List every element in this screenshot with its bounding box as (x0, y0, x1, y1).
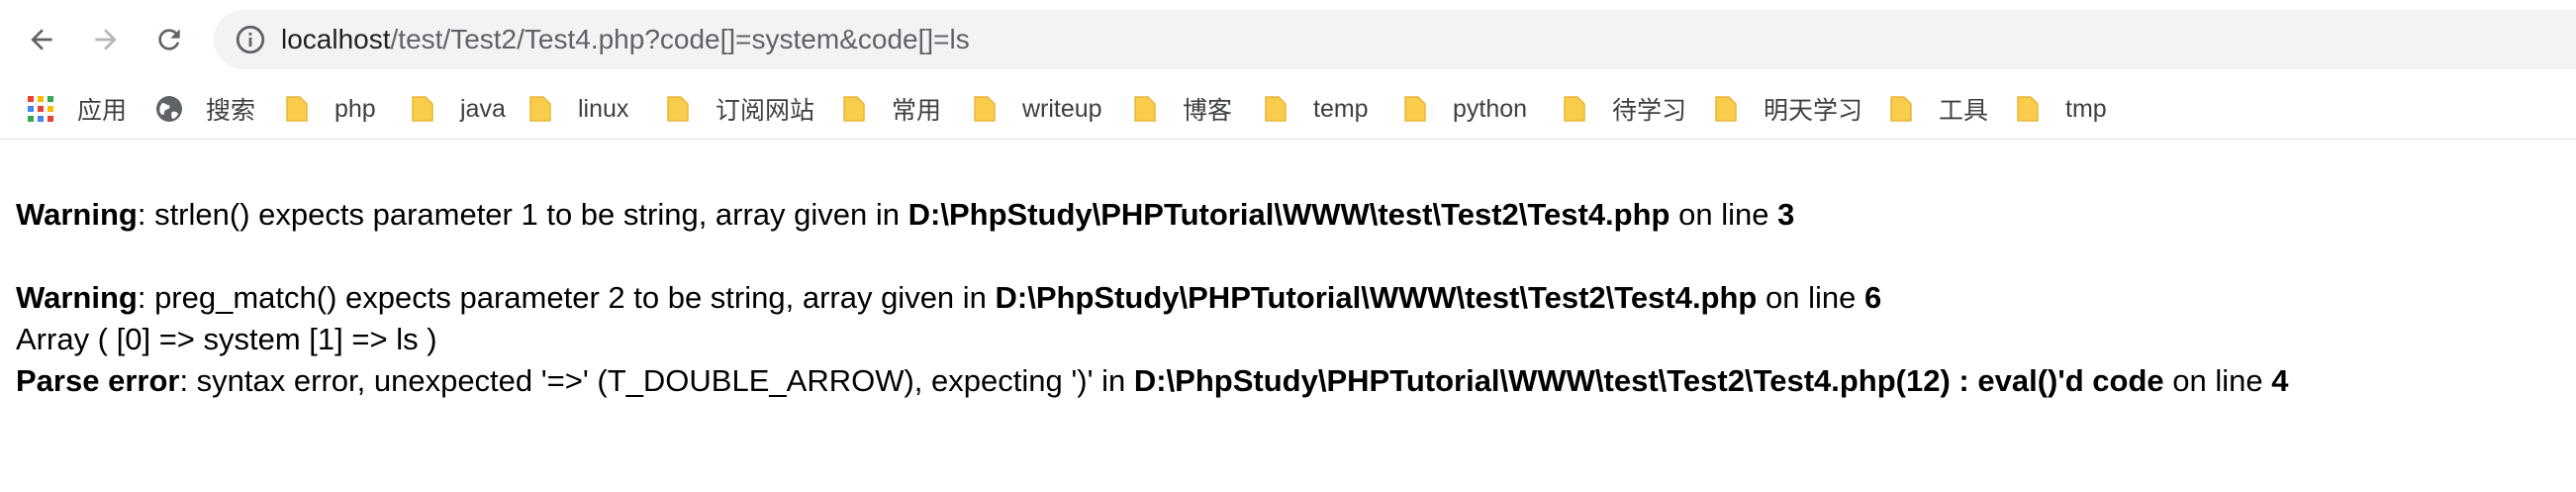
address-bar[interactable]: localhost/test/Test2/Test4.php?code[]=sy… (214, 10, 2576, 69)
bookmarks-bar: 应用 搜索 php java linux 订阅网站 常用 writeup 博客 (0, 79, 2576, 140)
bookmark-label: 待学习 (1612, 97, 1687, 125)
parse-error-message: : syntax error, unexpected '=>' (T_DOUBL… (179, 363, 1134, 398)
warning-file-path: D:\PhpStudy\PHPTutorial\WWW\test\Test2\T… (907, 197, 1670, 232)
browser-toolbar: localhost/test/Test2/Test4.php?code[]=sy… (0, 0, 2576, 79)
bookmark-label: 博客 (1183, 97, 1233, 125)
folder-icon (667, 96, 689, 122)
folder-icon (529, 96, 551, 122)
bookmark-folder-writeup[interactable]: writeup (971, 79, 1102, 139)
bookmark-label: 明天学习 (1764, 97, 1863, 125)
reload-button[interactable] (148, 19, 190, 60)
warning-line-strlen: Warning: strlen() expects parameter 1 to… (16, 194, 2288, 236)
folder-icon (1564, 96, 1585, 122)
bookmark-folder-python[interactable]: python (1401, 79, 1527, 139)
warning-on-line: on line (1670, 197, 1778, 232)
folder-icon (1715, 96, 1737, 122)
warning-line-number: 3 (1777, 197, 1795, 232)
url-path: /test/Test2/Test4.php?code[]=system&code… (390, 24, 970, 54)
bookmark-label: 工具 (1939, 97, 1989, 125)
reload-icon (158, 29, 180, 50)
bookmark-folder-php[interactable]: php (283, 79, 376, 139)
folder-icon (412, 96, 433, 122)
bookmark-folder-to-learn[interactable]: 待学习 (1561, 79, 1686, 139)
bookmark-apps[interactable]: 应用 (26, 79, 127, 139)
bookmark-folder-subscriptions[interactable]: 订阅网站 (664, 79, 814, 139)
warning-line-number: 6 (1863, 280, 1882, 315)
folder-icon (843, 96, 865, 122)
arrow-right-icon (95, 29, 117, 50)
url-host: localhost (281, 24, 391, 54)
parse-error-label: Parse error (16, 363, 180, 398)
bookmark-label: 订阅网站 (716, 97, 815, 125)
parse-error-line: Parse error: syntax error, unexpected '=… (16, 360, 2288, 402)
warning-on-line: on line (1757, 280, 1864, 315)
bookmark-folder-java[interactable]: java (409, 79, 506, 139)
apps-grid-icon (28, 96, 53, 122)
forward-button[interactable] (85, 19, 127, 60)
page-content: Warning: strlen() expects parameter 1 to… (16, 194, 2288, 402)
bookmark-folder-learn-tomorrow[interactable]: 明天学习 (1712, 79, 1862, 139)
parse-error-on-line: on line (2163, 363, 2272, 398)
warning-label: Warning (16, 280, 138, 315)
folder-icon (1134, 96, 1156, 122)
bookmark-folder-temp[interactable]: temp (1262, 79, 1369, 139)
bookmark-folder-common[interactable]: 常用 (840, 79, 941, 139)
folder-icon (1890, 96, 1912, 122)
bookmark-search[interactable]: 搜索 (154, 79, 255, 139)
bookmark-folder-tmp[interactable]: tmp (2014, 79, 2107, 139)
folder-icon (1265, 96, 1287, 122)
array-dump-line: Array ( [0] => system [1] => ls ) (16, 322, 437, 356)
warning-file-path: D:\PhpStudy\PHPTutorial\WWW\test\Test2\T… (995, 280, 1758, 315)
folder-icon (974, 96, 996, 122)
folder-icon (286, 96, 308, 122)
bookmark-label: 搜索 (206, 97, 256, 125)
folder-icon (2017, 96, 2039, 122)
bookmark-label: 常用 (892, 97, 942, 125)
bookmark-folder-blog[interactable]: 博客 (1131, 79, 1232, 139)
warning-message: : strlen() expects parameter 1 to be str… (137, 197, 908, 232)
folder-icon (1404, 96, 1426, 122)
warning-line-preg-match: Warning: preg_match() expects parameter … (16, 277, 2288, 319)
bookmark-label: linux (578, 94, 629, 123)
parse-error-file-path: D:\PhpStudy\PHPTutorial\WWW\test\Test2\T… (1133, 363, 2164, 398)
bookmark-label: java (460, 94, 506, 123)
bookmark-folder-tools[interactable]: 工具 (1887, 79, 1988, 139)
bookmark-label: tmp (2065, 94, 2107, 123)
back-button[interactable] (21, 19, 62, 60)
bookmark-label: temp (1313, 94, 1369, 123)
parse-error-line-number: 4 (2271, 363, 2289, 398)
url-text[interactable]: localhost/test/Test2/Test4.php?code[]=sy… (281, 23, 970, 56)
bookmark-folder-linux[interactable]: linux (526, 79, 628, 139)
info-icon[interactable] (234, 23, 267, 56)
arrow-left-icon (31, 29, 52, 50)
bookmark-label: python (1453, 94, 1528, 123)
bookmark-label: php (334, 94, 376, 123)
warning-label: Warning (16, 197, 138, 232)
warning-message: : preg_match() expects parameter 2 to be… (137, 280, 996, 315)
globe-icon (156, 96, 182, 122)
bookmark-label: writeup (1022, 94, 1102, 123)
bookmark-label: 应用 (77, 97, 128, 125)
